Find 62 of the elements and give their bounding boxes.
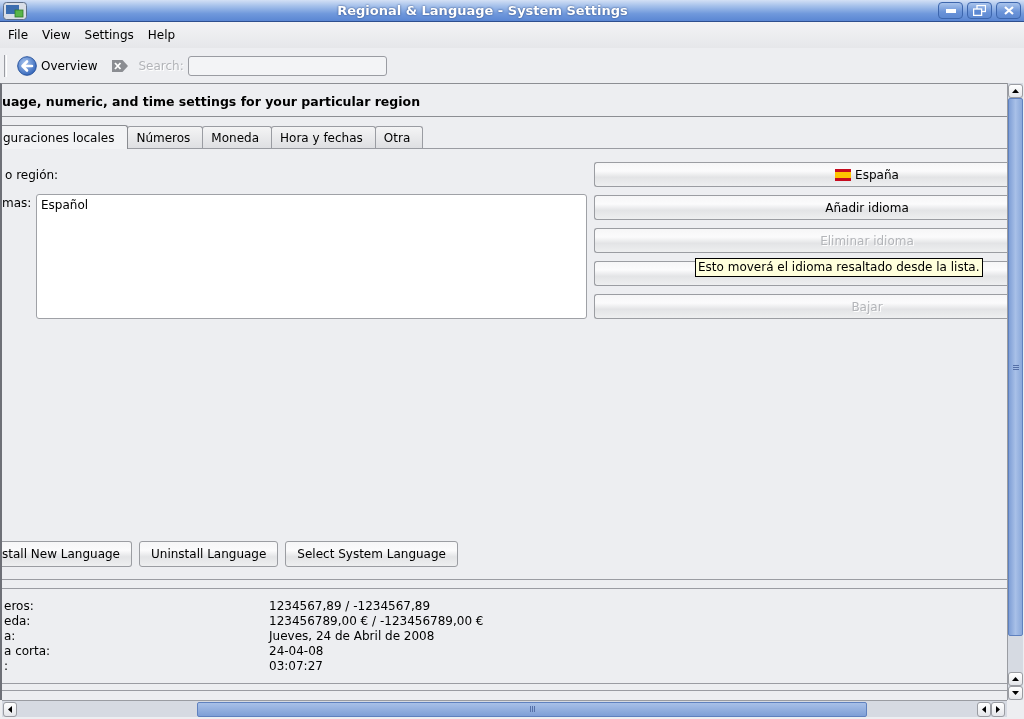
menu-item[interactable]: File [1,25,36,45]
scroll-up-button[interactable] [1008,672,1023,686]
left-arrow-icon [8,705,12,713]
country-button[interactable]: España [594,162,1007,187]
example-label: : [3,659,9,674]
example-label: a corta: [3,644,51,659]
overview-button[interactable]: Overview [14,53,101,78]
scrollbar-thumb[interactable] [1008,98,1023,636]
monitor-icon[interactable] [3,1,27,20]
example-value: 03:07:27 [269,659,323,674]
search-label: Search: [138,58,184,73]
grip-icon [1012,364,1019,370]
right-arrow-icon [996,705,1000,713]
menu-item[interactable]: View [35,25,78,45]
module-title: uage, numeric, and time settings for your particular region [2,94,421,109]
vertical-scrollbar[interactable] [1007,83,1023,700]
language-action-button[interactable]: Añadir idioma [594,195,1007,220]
minimize-button[interactable] [938,2,963,19]
scroll-left-button[interactable] [977,701,991,717]
grip-icon [529,706,535,712]
example-value: Jueves, 24 de Abril de 2008 [269,629,435,644]
horizontal-scrollbar[interactable] [2,700,1007,717]
restore-icon [973,5,986,16]
scroll-down-button[interactable] [1008,686,1023,700]
tab[interactable]: Hora y fechas [271,126,376,148]
handle-icon[interactable] [4,54,7,77]
language-button[interactable]: Uninstall Language [139,541,279,567]
menu-item[interactable]: Settings [77,25,141,45]
restore-button[interactable] [967,2,992,19]
example-value: 24-04-08 [269,644,324,659]
example-label: eros: [3,599,34,614]
tab[interactable]: Números [127,126,204,148]
languages-label: mas: [2,195,33,212]
up-arrow-icon [1012,677,1019,681]
down-arrow-icon [1012,691,1019,695]
tab[interactable]: Moneda [202,126,272,148]
close-icon [1003,6,1014,15]
scroll-up-button[interactable] [1008,84,1023,98]
left-arrow-icon [982,705,986,713]
scroll-right-button[interactable] [991,701,1005,717]
country-label: o región: [4,167,59,182]
scroll-left-button[interactable] [3,701,17,717]
close-button[interactable] [996,2,1021,19]
up-arrow-icon [1012,89,1019,93]
tab[interactable]: guraciones locales [2,125,129,149]
language-item[interactable]: Español [39,198,584,213]
menu-item[interactable]: Help [140,25,183,45]
search-field[interactable] [187,55,387,76]
example-label: eda: [3,614,31,629]
language-list[interactable]: Español [36,194,587,319]
window-title: Regional & Language - System Settings [336,3,629,18]
scrollbar-thumb[interactable] [197,701,867,717]
language-button[interactable]: Select System Language [285,541,458,567]
clear-icon[interactable] [110,58,129,73]
tooltip: Esto moverá el idioma resaltado desde la lista. [695,258,983,277]
minimize-icon [945,8,956,13]
example-value: 123456789,00 € / -123456789,00 € [269,614,484,629]
example-value: 1234567,89 / -1234567,89 [269,599,431,614]
flag-icon [835,168,852,181]
example-label: a: [3,629,16,644]
tab[interactable]: Otra [374,126,424,148]
language-button[interactable]: stall New Language [2,541,132,567]
